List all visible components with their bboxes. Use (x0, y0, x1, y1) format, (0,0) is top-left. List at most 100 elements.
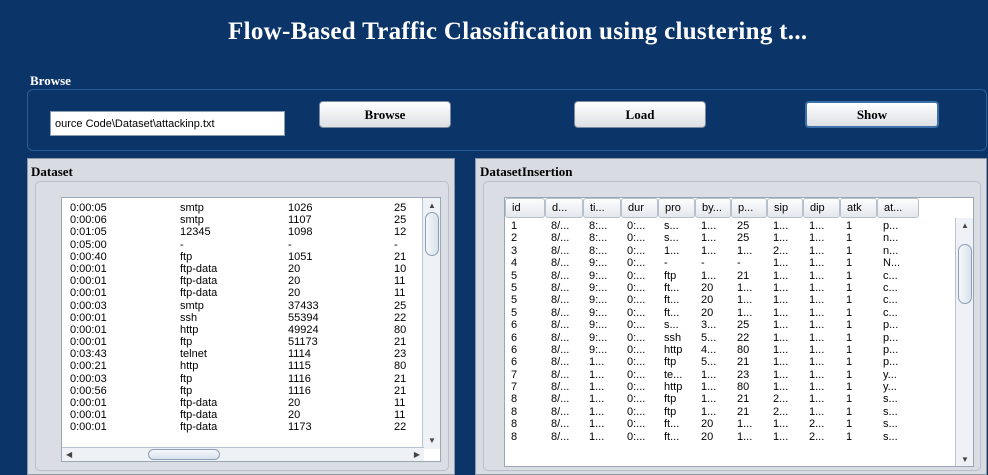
column-header[interactable]: atk (840, 198, 877, 218)
list-cell: 1116 (288, 384, 311, 397)
dataset-horizontal-thumb[interactable] (148, 449, 220, 460)
table-cell: 1... (589, 393, 605, 406)
list-cell: 25 (394, 202, 407, 214)
column-header[interactable]: by... (695, 198, 731, 218)
list-item[interactable]: 0:00:03 smtp 37433 25 (62, 300, 422, 312)
table-row[interactable]: 5 8/... 9:... 0:... ftp 1... 21 1... 1... 1 c... (505, 270, 919, 282)
list-item[interactable]: 0:00:01 ftp-data 20 10 (62, 263, 422, 275)
table-row[interactable]: 1 8/... 8:... 0:... s... 1... 25 1... 1... 1 p... (505, 220, 919, 232)
dataset-insertion-panel: DatasetInsertion id d... ti... dur pro by... p… (475, 158, 987, 475)
list-cell: telnet (180, 348, 207, 361)
table-vertical-scrollbar[interactable]: ▲ ▼ (955, 218, 973, 466)
table-row[interactable]: 8 8/... 1... 0:... ft... 20 1... 1... 2... 1 s... (505, 431, 919, 443)
list-item[interactable]: 0:00:01 http 49924 80 (62, 324, 422, 336)
dataset-vertical-thumb[interactable] (425, 212, 439, 256)
file-path-field[interactable]: ource Code\Dataset\attackinp.txt (50, 111, 285, 136)
dataset-insertion-table[interactable]: id d... ti... dur pro by... p... sip dip atk at...… (504, 197, 974, 467)
table-cell: 1 (846, 220, 853, 232)
table-row[interactable]: 2 8/... 8:... 0:... s... 1... 25 1... 1... 1 n... (505, 232, 919, 244)
table-scroll-down-icon[interactable]: ▼ (961, 455, 969, 465)
column-header[interactable]: sip (767, 198, 803, 218)
scroll-right-icon[interactable]: ▶ (414, 450, 420, 460)
column-header[interactable]: dur (621, 198, 658, 218)
load-button[interactable]: Load (574, 101, 706, 128)
table-row[interactable]: 8 8/... 1... 0:... ftp 1... 21 2... 1... 1 s... (505, 406, 919, 418)
table-row[interactable]: 4 8/... 9:... 0:... - - - 1... 1... 1 N... (505, 257, 919, 269)
scroll-left-icon[interactable]: ◀ (66, 450, 72, 460)
scroll-up-icon[interactable]: ▲ (428, 201, 436, 211)
table-cell: y... (883, 381, 897, 394)
list-item[interactable]: 0:00:21 http 1115 80 (62, 360, 422, 372)
list-cell: 0:00:01 (70, 323, 107, 336)
list-item[interactable]: 0:00:01 ftp-data 1173 22 (62, 421, 422, 433)
list-item[interactable]: 0:00:05 smtp 1026 25 (62, 202, 422, 214)
table-cell: 1... (773, 356, 789, 369)
table-cell: 8/... (551, 381, 570, 394)
table-row[interactable]: 5 8/... 9:... 0:... ft... 20 1... 1... 1... 1 c... (505, 307, 919, 319)
table-cell: 1... (773, 418, 789, 431)
table-cell: 0:... (627, 381, 646, 394)
column-header[interactable]: p... (731, 198, 767, 218)
table-row[interactable]: 5 8/... 9:... 0:... ft... 20 1... 1... 1... 1 c... (505, 282, 919, 294)
dataset-vertical-scrollbar[interactable]: ▲ ▼ (422, 198, 440, 449)
list-cell: 1115 (288, 360, 311, 373)
list-item[interactable]: 0:05:00 - - - (62, 239, 422, 251)
table-cell: 8:... (589, 220, 608, 232)
table-cell: 3... (701, 319, 717, 332)
list-item[interactable]: 0:03:43 telnet 1114 23 (62, 348, 422, 360)
table-row[interactable]: 3 8/... 8:... 0:... 1... 1... 1... 2... 1... 1 n..… (505, 245, 919, 257)
list-item[interactable]: 0:00:01 ftp-data 20 11 (62, 275, 422, 287)
table-row[interactable]: 8 8/... 1... 0:... ftp 1... 21 2... 1... 1 s... (505, 393, 919, 405)
list-cell: 0:03:43 (70, 348, 107, 361)
table-cell: N... (883, 257, 901, 270)
browse-button[interactable]: Browse (319, 101, 451, 128)
table-vertical-thumb[interactable] (958, 244, 972, 304)
table-row[interactable]: 7 8/... 1... 0:... te... 1... 23 1... 1... 1 y... (505, 369, 919, 381)
table-cell: 1... (589, 356, 605, 369)
table-row[interactable]: 6 8/... 1... 0:... ftp 5... 21 1... 1... 1 p... (505, 356, 919, 368)
list-item[interactable]: 0:00:40 ftp 1051 21 (62, 251, 422, 263)
list-item[interactable]: 0:00:06 smtp 1107 25 (62, 214, 422, 226)
list-cell: 1107 (288, 214, 312, 227)
column-header[interactable]: at... (877, 198, 919, 218)
table-cell: 0:... (627, 343, 646, 356)
table-row[interactable]: 6 8/... 9:... 0:... s... 3... 25 1... 1... 1 p... (505, 319, 919, 331)
table-row[interactable]: 6 8/... 9:... 0:... http 4... 80 1... 1... 1 p... (505, 344, 919, 356)
table-row[interactable]: 8 8/... 1... 0:... ft... 20 1... 1... 2... 1 s... (505, 418, 919, 430)
table-cell: 0:... (627, 418, 646, 431)
table-cell: 25 (737, 232, 750, 245)
dataset-horizontal-scrollbar[interactable]: ◀ ▶ (62, 447, 424, 461)
scroll-down-icon[interactable]: ▼ (428, 436, 436, 446)
table-cell: 1... (809, 257, 825, 270)
list-item[interactable]: 0:00:01 ftp 51173 21 (62, 336, 422, 348)
column-header[interactable]: dip (803, 198, 840, 218)
list-cell: 1114 (288, 348, 311, 361)
list-item[interactable]: 0:00:56 ftp 1116 21 (62, 385, 422, 397)
list-cell: smtp (180, 299, 204, 312)
list-item[interactable]: 0:00:01 ftp-data 20 11 (62, 397, 422, 409)
list-item[interactable]: 0:00:01 ftp-data 20 11 (62, 409, 422, 421)
list-item[interactable]: 0:00:01 ssh 55394 22 (62, 312, 422, 324)
list-item[interactable]: 0:00:03 ftp 1116 21 (62, 373, 422, 385)
column-header[interactable]: ti... (583, 198, 621, 218)
table-cell: 9:... (589, 294, 608, 307)
column-header[interactable]: d... (545, 198, 583, 218)
list-cell: 0:00:01 (70, 275, 107, 288)
table-row[interactable]: 6 8/... 9:... 0:... ssh 5... 22 1... 1... 1 p... (505, 332, 919, 344)
list-cell: ftp (180, 384, 193, 397)
table-cell: http (664, 343, 683, 356)
show-button[interactable]: Show (805, 101, 939, 128)
list-cell: smtp (180, 214, 204, 227)
table-cell: 5 (511, 269, 518, 282)
column-header[interactable]: pro (658, 198, 695, 218)
column-header[interactable]: id (505, 198, 545, 218)
table-cell: ftp (664, 356, 677, 369)
table-row[interactable]: 5 8/... 9:... 0:... ft... 20 1... 1... 1... 1 c... (505, 294, 919, 306)
list-item[interactable]: 0:00:01 ftp-data 20 11 (62, 287, 422, 299)
list-cell: ftp (180, 336, 193, 349)
dataset-list[interactable]: 0:00:05 smtp 1026 25 0:00:06 smtp 1107 25 0:01:0… (61, 197, 441, 462)
table-scroll-up-icon[interactable]: ▲ (961, 221, 969, 231)
list-cell: ftp-data (180, 262, 218, 275)
list-item[interactable]: 0:01:05 12345 1098 12 (62, 226, 422, 238)
table-row[interactable]: 7 8/... 1... 0:... http 1... 80 1... 1... 1 y... (505, 381, 919, 393)
